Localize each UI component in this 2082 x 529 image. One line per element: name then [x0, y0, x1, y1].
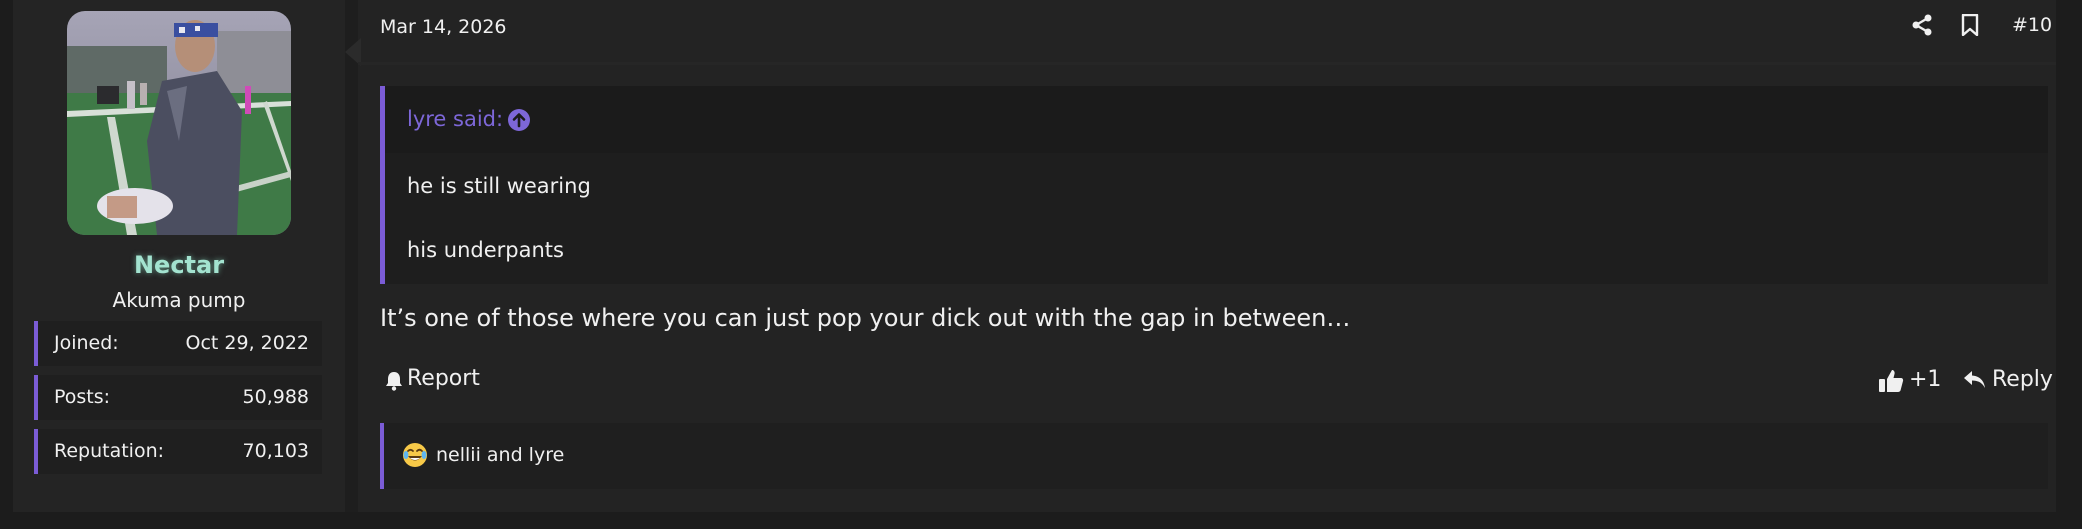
quote-header: lyre said:: [385, 86, 2048, 153]
avatar[interactable]: [67, 11, 291, 235]
post-body: It’s one of those where you can just pop…: [380, 304, 1351, 332]
stat-value: 50,988: [242, 386, 309, 408]
quote-line: his underpants: [407, 238, 564, 262]
stat-label: Posts:: [54, 386, 111, 408]
reactions-bar[interactable]: nellii and lyre: [380, 423, 2048, 489]
share-icon[interactable]: [1911, 14, 1933, 40]
post-number[interactable]: #10: [2012, 14, 2052, 36]
crying-laughing-emoji-icon: [402, 442, 428, 472]
user-info-panel: Nectar Akuma pump Joined: Oct 29, 2022 P…: [13, 0, 345, 512]
reply-label: Reply: [1992, 367, 2053, 392]
stat-label: Joined:: [54, 332, 119, 354]
stat-reputation: Reputation: 70,103: [34, 429, 322, 474]
user-title: Akuma pump: [112, 288, 246, 312]
bell-icon: [385, 371, 403, 397]
reactions-users[interactable]: nellii and lyre: [436, 444, 564, 466]
quote-author[interactable]: lyre said:: [407, 107, 503, 131]
stat-value: Oct 29, 2022: [185, 332, 310, 354]
stat-value: 70,103: [242, 440, 309, 462]
column-divider: [345, 0, 358, 512]
report-label: Report: [407, 366, 480, 391]
forum-post: Nectar Akuma pump Joined: Oct 29, 2022 P…: [13, 0, 2056, 512]
post-date[interactable]: Mar 14, 2026: [380, 16, 507, 38]
quote-block: lyre said: he is still wearing his under…: [380, 86, 2048, 284]
stat-posts: Posts: 50,988: [34, 375, 322, 420]
like-count: +1: [1909, 367, 1942, 392]
thumbs-up-icon: [1878, 368, 1904, 400]
stat-joined: Joined: Oct 29, 2022: [34, 321, 322, 366]
reply-arrow-icon: [1963, 370, 1987, 396]
quote-line: he is still wearing: [407, 174, 591, 198]
bookmark-icon[interactable]: [1961, 13, 1979, 40]
arrow-up-circle-icon[interactable]: [507, 108, 531, 136]
header-divider: [358, 62, 2056, 65]
username[interactable]: Nectar: [13, 251, 345, 279]
stat-label: Reputation:: [54, 440, 165, 462]
